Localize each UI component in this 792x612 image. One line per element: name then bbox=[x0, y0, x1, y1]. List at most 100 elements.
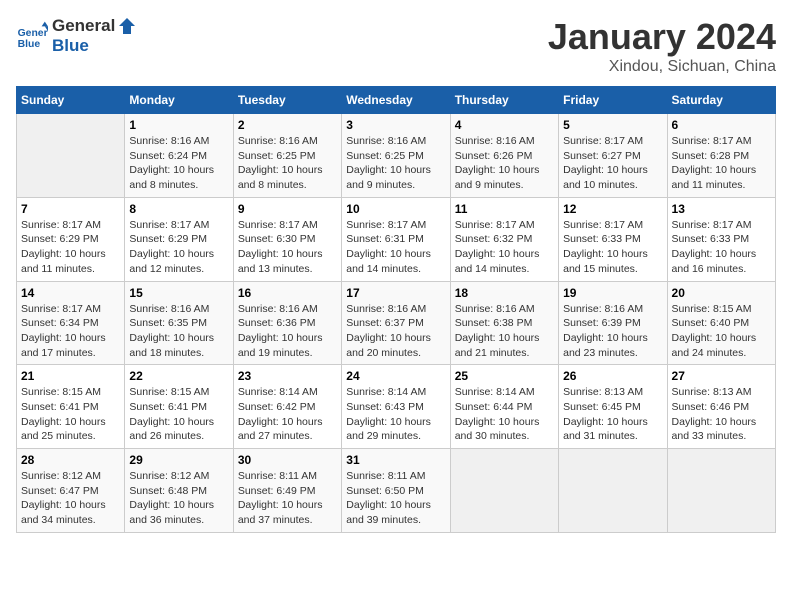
day-number: 27 bbox=[672, 369, 771, 383]
calendar-cell: 17 Sunrise: 8:16 AMSunset: 6:37 PMDayligh… bbox=[342, 281, 450, 365]
calendar-cell bbox=[450, 449, 558, 533]
day-info: Sunrise: 8:16 AMSunset: 6:35 PMDaylight:… bbox=[129, 302, 228, 361]
day-info: Sunrise: 8:13 AMSunset: 6:45 PMDaylight:… bbox=[563, 385, 662, 444]
day-number: 5 bbox=[563, 118, 662, 132]
day-number: 18 bbox=[455, 286, 554, 300]
day-number: 15 bbox=[129, 286, 228, 300]
weekday-header-tuesday: Tuesday bbox=[233, 87, 341, 114]
day-number: 21 bbox=[21, 369, 120, 383]
location-subtitle: Xindou, Sichuan, China bbox=[548, 58, 776, 76]
calendar-cell: 23 Sunrise: 8:14 AMSunset: 6:42 PMDayligh… bbox=[233, 365, 341, 449]
calendar-cell: 20 Sunrise: 8:15 AMSunset: 6:40 PMDayligh… bbox=[667, 281, 775, 365]
day-number: 2 bbox=[238, 118, 337, 132]
calendar-cell: 14 Sunrise: 8:17 AMSunset: 6:34 PMDayligh… bbox=[17, 281, 125, 365]
day-number: 29 bbox=[129, 453, 228, 467]
day-number: 12 bbox=[563, 202, 662, 216]
day-info: Sunrise: 8:17 AMSunset: 6:31 PMDaylight:… bbox=[346, 218, 445, 277]
day-info: Sunrise: 8:11 AMSunset: 6:50 PMDaylight:… bbox=[346, 469, 445, 528]
day-info: Sunrise: 8:17 AMSunset: 6:34 PMDaylight:… bbox=[21, 302, 120, 361]
day-info: Sunrise: 8:11 AMSunset: 6:49 PMDaylight:… bbox=[238, 469, 337, 528]
calendar-cell: 8Sunrise: 8:17 AMSunset: 6:29 PMDaylight… bbox=[125, 197, 233, 281]
day-info: Sunrise: 8:14 AMSunset: 6:43 PMDaylight:… bbox=[346, 385, 445, 444]
calendar-week-row: 7 Sunrise: 8:17 AMSunset: 6:29 PMDaylight… bbox=[17, 197, 776, 281]
day-number: 30 bbox=[238, 453, 337, 467]
day-info: Sunrise: 8:16 AMSunset: 6:36 PMDaylight:… bbox=[238, 302, 337, 361]
calendar-cell bbox=[17, 114, 125, 198]
calendar-cell: 1Sunrise: 8:16 AMSunset: 6:24 PMDaylight… bbox=[125, 114, 233, 198]
day-info: Sunrise: 8:16 AMSunset: 6:39 PMDaylight:… bbox=[563, 302, 662, 361]
day-number: 10 bbox=[346, 202, 445, 216]
day-info: Sunrise: 8:16 AMSunset: 6:37 PMDaylight:… bbox=[346, 302, 445, 361]
day-number: 25 bbox=[455, 369, 554, 383]
calendar-cell: 5 Sunrise: 8:17 AMSunset: 6:27 PMDaylight… bbox=[559, 114, 667, 198]
calendar-cell: 3Sunrise: 8:16 AMSunset: 6:25 PMDaylight… bbox=[342, 114, 450, 198]
day-info: Sunrise: 8:16 AMSunset: 6:26 PMDaylight:… bbox=[455, 134, 554, 193]
day-info: Sunrise: 8:17 AMSunset: 6:27 PMDaylight:… bbox=[563, 134, 662, 193]
calendar-cell: 10 Sunrise: 8:17 AMSunset: 6:31 PMDayligh… bbox=[342, 197, 450, 281]
day-info: Sunrise: 8:16 AMSunset: 6:25 PMDaylight:… bbox=[238, 134, 337, 193]
calendar-cell: 29 Sunrise: 8:12 AMSunset: 6:48 PMDayligh… bbox=[125, 449, 233, 533]
calendar-week-row: 21 Sunrise: 8:15 AMSunset: 6:41 PMDayligh… bbox=[17, 365, 776, 449]
day-info: Sunrise: 8:14 AMSunset: 6:42 PMDaylight:… bbox=[238, 385, 337, 444]
weekday-header-saturday: Saturday bbox=[667, 87, 775, 114]
day-number: 17 bbox=[346, 286, 445, 300]
calendar-cell: 12 Sunrise: 8:17 AMSunset: 6:33 PMDayligh… bbox=[559, 197, 667, 281]
calendar-cell: 18 Sunrise: 8:16 AMSunset: 6:38 PMDayligh… bbox=[450, 281, 558, 365]
day-number: 16 bbox=[238, 286, 337, 300]
day-info: Sunrise: 8:17 AMSunset: 6:33 PMDaylight:… bbox=[672, 218, 771, 277]
calendar-cell: 11 Sunrise: 8:17 AMSunset: 6:32 PMDayligh… bbox=[450, 197, 558, 281]
day-number: 23 bbox=[238, 369, 337, 383]
day-info: Sunrise: 8:12 AMSunset: 6:48 PMDaylight:… bbox=[129, 469, 228, 528]
day-info: Sunrise: 8:15 AMSunset: 6:41 PMDaylight:… bbox=[129, 385, 228, 444]
calendar-cell: 19 Sunrise: 8:16 AMSunset: 6:39 PMDayligh… bbox=[559, 281, 667, 365]
calendar-cell: 13Sunrise: 8:17 AMSunset: 6:33 PMDayligh… bbox=[667, 197, 775, 281]
calendar-cell: 31 Sunrise: 8:11 AMSunset: 6:50 PMDayligh… bbox=[342, 449, 450, 533]
day-number: 20 bbox=[672, 286, 771, 300]
day-info: Sunrise: 8:17 AMSunset: 6:28 PMDaylight:… bbox=[672, 134, 771, 193]
day-number: 19 bbox=[563, 286, 662, 300]
weekday-header-thursday: Thursday bbox=[450, 87, 558, 114]
calendar-cell bbox=[559, 449, 667, 533]
day-info: Sunrise: 8:17 AMSunset: 6:29 PMDaylight:… bbox=[21, 218, 120, 277]
calendar-week-row: 28Sunrise: 8:12 AMSunset: 6:47 PMDayligh… bbox=[17, 449, 776, 533]
day-number: 24 bbox=[346, 369, 445, 383]
day-info: Sunrise: 8:17 AMSunset: 6:33 PMDaylight:… bbox=[563, 218, 662, 277]
logo: General Blue General Blue bbox=[16, 16, 137, 56]
page-header: General Blue General Blue January 2024 X… bbox=[16, 16, 776, 76]
day-info: Sunrise: 8:17 AMSunset: 6:29 PMDaylight:… bbox=[129, 218, 228, 277]
day-info: Sunrise: 8:15 AMSunset: 6:41 PMDaylight:… bbox=[21, 385, 120, 444]
day-number: 6 bbox=[672, 118, 771, 132]
day-number: 31 bbox=[346, 453, 445, 467]
calendar-table: SundayMondayTuesdayWednesdayThursdayFrid… bbox=[16, 86, 776, 533]
svg-text:General: General bbox=[18, 28, 48, 39]
calendar-cell: 22Sunrise: 8:15 AMSunset: 6:41 PMDayligh… bbox=[125, 365, 233, 449]
day-info: Sunrise: 8:16 AMSunset: 6:38 PMDaylight:… bbox=[455, 302, 554, 361]
logo-general: General bbox=[52, 16, 115, 36]
day-number: 14 bbox=[21, 286, 120, 300]
svg-text:Blue: Blue bbox=[18, 39, 41, 50]
day-info: Sunrise: 8:13 AMSunset: 6:46 PMDaylight:… bbox=[672, 385, 771, 444]
calendar-cell: 16 Sunrise: 8:16 AMSunset: 6:36 PMDayligh… bbox=[233, 281, 341, 365]
day-number: 1 bbox=[129, 118, 228, 132]
weekday-header-wednesday: Wednesday bbox=[342, 87, 450, 114]
logo-blue: Blue bbox=[52, 36, 137, 56]
day-info: Sunrise: 8:17 AMSunset: 6:30 PMDaylight:… bbox=[238, 218, 337, 277]
day-number: 26 bbox=[563, 369, 662, 383]
calendar-cell: 7 Sunrise: 8:17 AMSunset: 6:29 PMDaylight… bbox=[17, 197, 125, 281]
day-number: 11 bbox=[455, 202, 554, 216]
logo-icon: General Blue bbox=[16, 20, 48, 52]
calendar-cell bbox=[667, 449, 775, 533]
day-number: 7 bbox=[21, 202, 120, 216]
day-number: 4 bbox=[455, 118, 554, 132]
day-number: 3 bbox=[346, 118, 445, 132]
day-number: 9 bbox=[238, 202, 337, 216]
calendar-cell: 28Sunrise: 8:12 AMSunset: 6:47 PMDayligh… bbox=[17, 449, 125, 533]
calendar-cell: 25Sunrise: 8:14 AMSunset: 6:44 PMDayligh… bbox=[450, 365, 558, 449]
day-info: Sunrise: 8:15 AMSunset: 6:40 PMDaylight:… bbox=[672, 302, 771, 361]
day-info: Sunrise: 8:17 AMSunset: 6:32 PMDaylight:… bbox=[455, 218, 554, 277]
day-info: Sunrise: 8:12 AMSunset: 6:47 PMDaylight:… bbox=[21, 469, 120, 528]
month-title: January 2024 bbox=[548, 16, 776, 58]
weekday-header-sunday: Sunday bbox=[17, 87, 125, 114]
calendar-week-row: 14 Sunrise: 8:17 AMSunset: 6:34 PMDayligh… bbox=[17, 281, 776, 365]
weekday-header-monday: Monday bbox=[125, 87, 233, 114]
